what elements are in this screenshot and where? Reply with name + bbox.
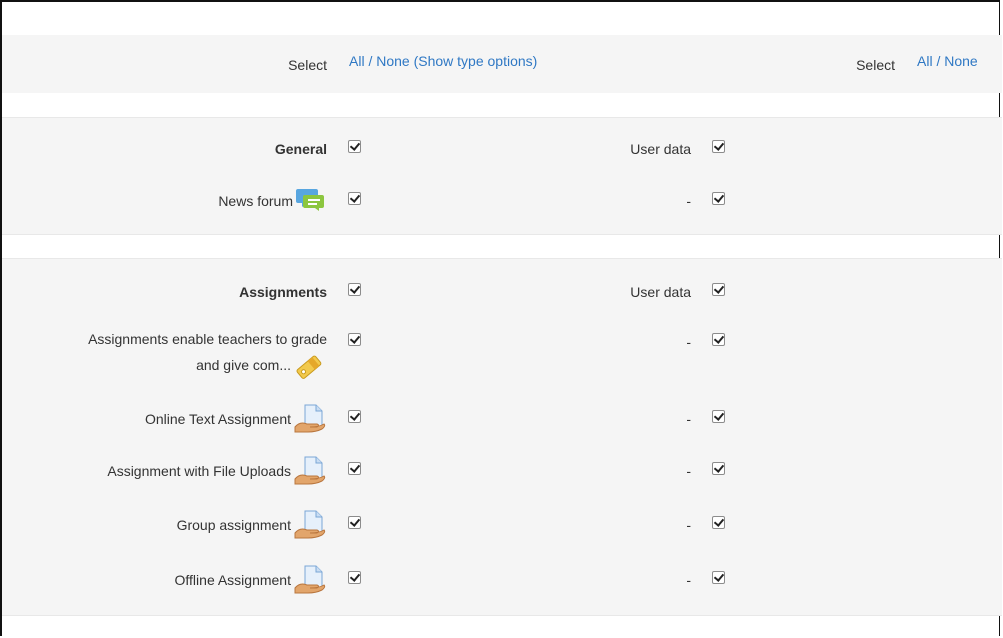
general-include-checkbox[interactable] [348, 140, 361, 153]
activity-label-assignments-desc-line1: Assignments enable teachers to grade [88, 331, 327, 347]
group-assignment-include-checkbox[interactable] [348, 516, 361, 529]
online-text-userdata-dash: - [686, 411, 691, 427]
show-type-options-link[interactable]: (Show type options) [414, 53, 538, 69]
activity-label-online-text: Online Text Assignment [144, 411, 291, 427]
news-forum-include-checkbox[interactable] [348, 192, 361, 205]
file-uploads-userdata-dash: - [686, 463, 691, 479]
select-label: Select [288, 57, 327, 73]
file-uploads-userdata-checkbox[interactable] [712, 462, 725, 475]
document-hand-icon [294, 565, 326, 594]
select-all-link[interactable]: All [349, 53, 365, 69]
general-userdata-label: User data [630, 141, 691, 157]
offline-assignment-include-checkbox[interactable] [348, 571, 361, 584]
assignments-desc-userdata-checkbox[interactable] [712, 333, 725, 346]
assignments-desc-include-checkbox[interactable] [348, 333, 361, 346]
document-hand-icon [294, 456, 326, 485]
activity-label-group-assignment: Group assignment [176, 517, 291, 533]
forum-icon [296, 189, 324, 211]
assignment-icon [296, 355, 322, 379]
section-title-assignments: Assignments [239, 284, 327, 300]
select-links-right: All / None [917, 52, 978, 70]
section-title-general: General [274, 141, 327, 157]
select-all-link-right[interactable]: All [917, 53, 933, 69]
assignments-userdata-checkbox[interactable] [712, 283, 725, 296]
section-assignments [2, 258, 1002, 616]
online-text-userdata-checkbox[interactable] [712, 410, 725, 423]
news-forum-userdata-dash: - [686, 193, 691, 209]
select-none-link-right[interactable]: None [944, 53, 977, 69]
activity-label-offline-assignment: Offline Assignment [174, 572, 291, 588]
select-label-right: Select [856, 57, 895, 73]
news-forum-userdata-checkbox[interactable] [712, 192, 725, 205]
assignments-userdata-label: User data [630, 284, 691, 300]
file-uploads-include-checkbox[interactable] [348, 462, 361, 475]
group-assignment-userdata-dash: - [686, 517, 691, 533]
assignments-include-checkbox[interactable] [348, 283, 361, 296]
document-hand-icon [294, 510, 326, 539]
select-none-link[interactable]: None [376, 53, 409, 69]
offline-assignment-userdata-dash: - [686, 572, 691, 588]
select-links: All / None (Show type options) [349, 52, 537, 70]
general-userdata-checkbox[interactable] [712, 140, 725, 153]
online-text-include-checkbox[interactable] [348, 410, 361, 423]
group-assignment-userdata-checkbox[interactable] [712, 516, 725, 529]
assignments-desc-userdata-dash: - [686, 334, 691, 350]
select-separator-right: / [932, 53, 945, 69]
activity-label-assignments-desc-line2: and give com... [196, 357, 291, 373]
document-hand-icon [294, 404, 326, 433]
activity-label-news-forum: News forum [218, 193, 293, 209]
offline-assignment-userdata-checkbox[interactable] [712, 571, 725, 584]
select-separator: / [364, 53, 377, 69]
section-general [2, 117, 1002, 235]
activity-label-file-uploads: Assignment with File Uploads [107, 463, 291, 479]
